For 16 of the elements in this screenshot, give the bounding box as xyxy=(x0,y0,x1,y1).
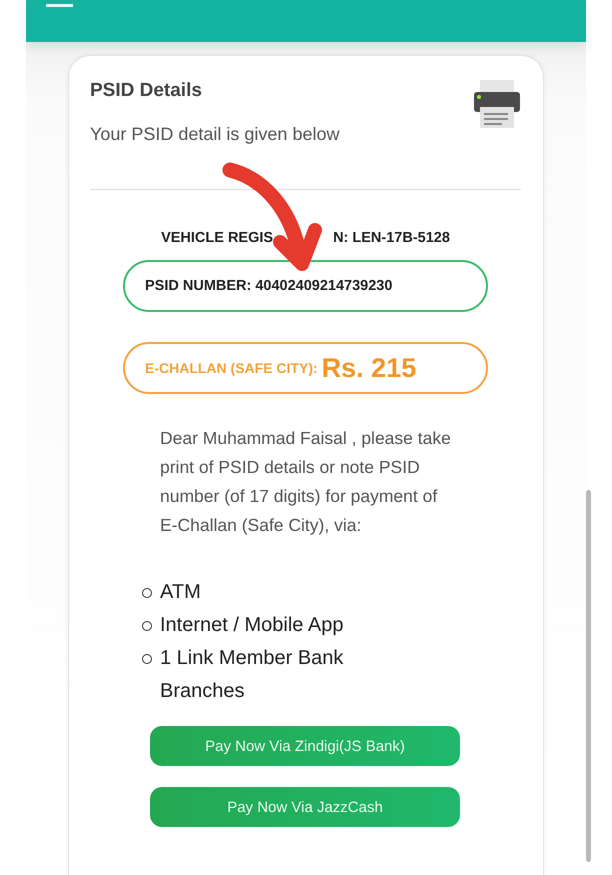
vehicle-registration-text: N: LEN-17B-5128 xyxy=(333,230,450,246)
challan-amount-box: E-CHALLAN (SAFE CITY):Rs. 215 xyxy=(123,342,488,394)
bullet-icon xyxy=(142,654,152,664)
payment-message: Dear Muhammad Faisal , please take print of PSID details or note PSID number (of 17 digits) for payment of E-Challan (Safe City), via: xyxy=(160,427,451,537)
bullet-icon xyxy=(142,588,152,598)
pay-now-button[interactable]: Pay Now Via JazzCash xyxy=(150,787,460,827)
bullet-icon xyxy=(142,621,152,631)
vehicle-registration-text: VEHICLE REGIS xyxy=(161,230,274,246)
card-title: PSID Details xyxy=(90,80,203,102)
card-subtitle: Your PSID detail is given below xyxy=(90,124,340,145)
payment-channel: 1 Link Member Bank Branches xyxy=(160,646,344,704)
printer-icon[interactable] xyxy=(473,80,521,128)
payment-channel: ATM xyxy=(160,580,201,605)
pay-now-button[interactable]: Pay Now Via Zindigi(JS Bank) xyxy=(150,726,460,766)
psid-number-box: PSID NUMBER: 40402409214739230 xyxy=(123,260,488,312)
payment-channel: Internet / Mobile App xyxy=(160,613,344,638)
